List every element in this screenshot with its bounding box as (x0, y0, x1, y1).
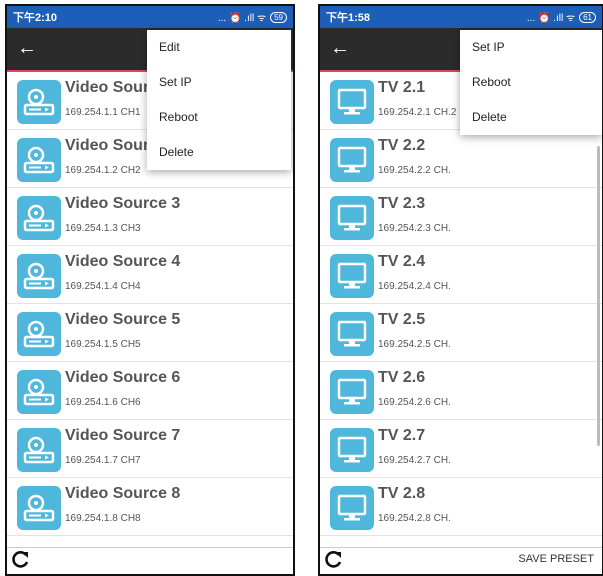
video-source-icon (17, 486, 61, 530)
item-name: TV 2.7 (378, 427, 426, 444)
item-name: Video Source 7 (65, 427, 181, 444)
status-icons: ... ⏰ .ıll ᯤ 61 (527, 10, 596, 24)
status-bar: 下午2:10 ... ⏰ .ıll ᯤ 59 (7, 6, 293, 28)
tv-icon (330, 80, 374, 124)
list-item[interactable]: TV 2.6 169.254.2.6 CH. (320, 362, 602, 420)
item-subtitle: 169.254.1.8 CH8 (65, 513, 141, 524)
status-indicators: ... ⏰ .ıll ᯤ (217, 13, 267, 24)
refresh-icon[interactable] (9, 549, 31, 574)
video-source-icon (17, 138, 61, 182)
status-icons: ... ⏰ .ıll ᯤ 59 (218, 10, 287, 24)
overflow-menu: Edit Set IP Reboot Delete (147, 30, 291, 170)
back-arrow-icon[interactable]: ← (17, 37, 37, 59)
phone-right: 下午1:58 ... ⏰ .ıll ᯤ 61 ← TV 2.1 169.254.… (318, 4, 603, 576)
overflow-menu: Set IP Reboot Delete (460, 30, 602, 135)
list-item[interactable]: Video Source 5 169.254.1.5 CH5 (7, 304, 293, 362)
bottom-bar: SAVE PRESET (320, 547, 602, 574)
status-time: 下午1:58 (326, 12, 371, 24)
menu-item-reboot[interactable]: Reboot (147, 100, 291, 135)
item-name: TV 2.2 (378, 137, 426, 154)
video-source-icon (17, 312, 61, 356)
item-subtitle: 169.254.2.6 CH. (378, 397, 451, 408)
list-item[interactable]: Video Source 4 169.254.1.4 CH4 (7, 246, 293, 304)
item-name: TV 2.5 (378, 311, 426, 328)
item-name: TV 2.4 (378, 253, 426, 270)
tv-icon (330, 254, 374, 298)
list-item[interactable]: TV 2.5 169.254.2.5 CH. (320, 304, 602, 362)
tv-icon (330, 486, 374, 530)
video-source-icon (17, 80, 61, 124)
item-subtitle: 169.254.2.7 CH. (378, 455, 451, 466)
item-subtitle: 169.254.1.4 CH4 (65, 281, 141, 292)
list-item[interactable]: TV 2.4 169.254.2.4 CH. (320, 246, 602, 304)
item-name: Video Source 8 (65, 485, 181, 502)
battery-icon: 59 (270, 11, 287, 23)
item-name: TV 2.8 (378, 485, 426, 502)
scrollbar[interactable] (597, 146, 600, 446)
item-name: TV 2.1 (378, 79, 426, 96)
list-item[interactable]: Video Source 3 169.254.1.3 CH3 (7, 188, 293, 246)
menu-item-delete[interactable]: Delete (460, 100, 602, 135)
bottom-bar (7, 547, 293, 574)
item-subtitle: 169.254.2.2 CH. (378, 165, 451, 176)
item-subtitle: 169.254.2.1 CH.2 (378, 107, 457, 118)
list-item[interactable]: TV 2.2 169.254.2.2 CH. (320, 130, 602, 188)
menu-item-set-ip[interactable]: Set IP (147, 65, 291, 100)
item-name: Video Source 3 (65, 195, 181, 212)
item-name: Video Source 6 (65, 369, 181, 386)
tv-icon (330, 312, 374, 356)
item-name: TV 2.6 (378, 369, 426, 386)
status-time: 下午2:10 (13, 12, 58, 24)
tv-icon (330, 138, 374, 182)
battery-icon: 61 (579, 11, 596, 23)
list-item[interactable]: TV 2.8 169.254.2.8 CH. (320, 478, 602, 536)
item-subtitle: 169.254.1.5 CH5 (65, 339, 141, 350)
video-source-icon (17, 196, 61, 240)
menu-item-delete[interactable]: Delete (147, 135, 291, 170)
status-bar: 下午1:58 ... ⏰ .ıll ᯤ 61 (320, 6, 602, 28)
list-item[interactable]: TV 2.7 169.254.2.7 CH. (320, 420, 602, 478)
save-preset-button[interactable]: SAVE PRESET (518, 553, 594, 565)
menu-item-reboot[interactable]: Reboot (460, 65, 602, 100)
video-source-icon (17, 370, 61, 414)
item-subtitle: 169.254.2.5 CH. (378, 339, 451, 350)
menu-item-set-ip[interactable]: Set IP (460, 30, 602, 65)
status-indicators: ... ⏰ .ıll ᯤ (526, 13, 576, 24)
video-source-icon (17, 428, 61, 472)
item-name: Video Source 5 (65, 311, 181, 328)
item-subtitle: 169.254.1.6 CH6 (65, 397, 141, 408)
item-subtitle: 169.254.1.1 CH1 (65, 107, 141, 118)
back-arrow-icon[interactable]: ← (330, 37, 350, 59)
list-item[interactable]: TV 2.3 169.254.2.3 CH. (320, 188, 602, 246)
menu-item-edit[interactable]: Edit (147, 30, 291, 65)
tv-icon (330, 428, 374, 472)
item-name: TV 2.3 (378, 195, 426, 212)
video-source-icon (17, 254, 61, 298)
item-subtitle: 169.254.2.8 CH. (378, 513, 451, 524)
phone-left: 下午2:10 ... ⏰ .ıll ᯤ 59 ← Video Source 1 … (5, 4, 295, 576)
tv-icon (330, 196, 374, 240)
item-subtitle: 169.254.1.3 CH3 (65, 223, 141, 234)
refresh-icon[interactable] (322, 549, 344, 574)
list-item[interactable]: Video Source 8 169.254.1.8 CH8 (7, 478, 293, 536)
tv-list[interactable]: TV 2.1 169.254.2.1 CH.2 TV 2.2 169.254.2… (320, 72, 602, 548)
list-item[interactable]: Video Source 7 169.254.1.7 CH7 (7, 420, 293, 478)
item-subtitle: 169.254.2.4 CH. (378, 281, 451, 292)
item-subtitle: 169.254.1.7 CH7 (65, 455, 141, 466)
item-name: Video Source 4 (65, 253, 181, 270)
item-subtitle: 169.254.2.3 CH. (378, 223, 451, 234)
item-subtitle: 169.254.1.2 CH2 (65, 165, 141, 176)
list-item[interactable]: Video Source 6 169.254.1.6 CH6 (7, 362, 293, 420)
tv-icon (330, 370, 374, 414)
